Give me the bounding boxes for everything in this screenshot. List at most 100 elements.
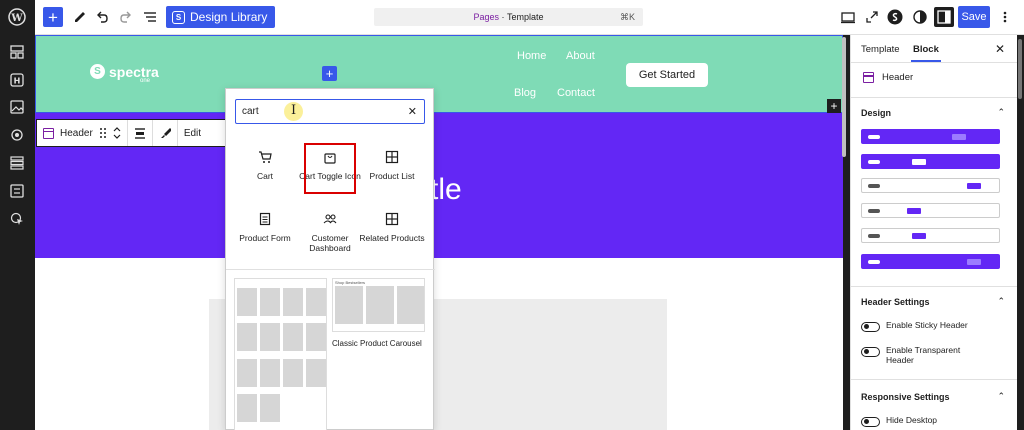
hide-desktop-toggle-row[interactable]: Hide Desktop <box>861 415 937 427</box>
patterns-divider <box>226 269 435 270</box>
thumb-cell <box>260 394 280 422</box>
hide-desktop-toggle[interactable] <box>861 417 880 427</box>
thumb-cell <box>237 394 257 422</box>
block-product-form[interactable]: Product Form <box>232 209 298 265</box>
sidebar-scrollbar[interactable] <box>1017 35 1024 430</box>
responsive-settings-title[interactable]: Responsive Settings <box>861 392 950 402</box>
grid-icon <box>359 147 425 167</box>
design-preset[interactable] <box>861 154 1000 169</box>
canvas-scrollbar[interactable] <box>842 37 846 157</box>
get-started-button[interactable]: Get Started <box>626 63 708 87</box>
sticky-header-toggle[interactable] <box>861 322 880 332</box>
sticky-header-toggle-row[interactable]: Enable Sticky Header <box>861 320 968 332</box>
block-search-input[interactable]: cart ✕ <box>235 99 425 124</box>
spectra-settings-icon[interactable] <box>886 8 904 26</box>
block-switcher[interactable]: Header <box>37 120 128 146</box>
undo-icon[interactable] <box>93 8 111 26</box>
more-options-icon[interactable] <box>996 8 1014 26</box>
clear-search-icon[interactable]: ✕ <box>408 105 417 118</box>
header-block-icon <box>43 127 54 139</box>
document-overview-icon[interactable] <box>141 8 159 26</box>
settings-sidebar-toggle[interactable] <box>934 7 954 27</box>
transparent-header-toggle[interactable] <box>861 347 880 357</box>
editor-canvas[interactable]: S spectra one Home About Blog Contact Ge… <box>35 35 843 430</box>
tab-block[interactable]: Block <box>911 44 941 62</box>
header-block-icon <box>863 72 874 83</box>
spectra-mark-icon: S <box>90 64 105 79</box>
pattern-title[interactable]: Classic Product Carousel <box>332 339 422 348</box>
thumb-cell <box>260 288 280 316</box>
header-settings-title[interactable]: Header Settings <box>861 297 930 307</box>
logo-word: spectra <box>109 63 159 80</box>
append-block-plus-icon[interactable]: + <box>827 99 841 113</box>
nav-link-about[interactable]: About <box>566 50 595 62</box>
scrollbar-thumb[interactable] <box>1018 39 1022 99</box>
cursor-click-icon[interactable] <box>8 210 26 228</box>
contrast-icon[interactable] <box>911 8 929 26</box>
design-preset[interactable] <box>861 203 1000 218</box>
preset-button <box>967 259 981 265</box>
document-title-bar[interactable]: Pages · Template ⌘K <box>374 8 643 26</box>
redo-icon[interactable] <box>117 8 135 26</box>
block-inserter-popover: cart ✕ I Cart Cart Toggle Icon Product L… <box>225 88 435 430</box>
preset-logo <box>868 209 880 213</box>
external-link-icon[interactable] <box>863 8 881 26</box>
thumb-cell <box>306 359 326 387</box>
block-cart[interactable]: Cart <box>232 147 298 203</box>
save-button[interactable]: Save <box>958 6 990 28</box>
block-product-list[interactable]: Product List <box>359 147 425 203</box>
pattern-preview-card[interactable]: Shop Bestsellers <box>332 278 425 332</box>
design-preset[interactable] <box>861 254 1000 269</box>
nav-link-contact[interactable]: Contact <box>557 87 595 99</box>
move-up-down-icon[interactable] <box>113 126 121 140</box>
gear-icon[interactable] <box>8 126 26 144</box>
thumb-cell <box>306 288 326 316</box>
edit-button[interactable]: Edit <box>178 120 207 146</box>
form-icon[interactable] <box>8 182 26 200</box>
text-cursor-icon: I <box>291 103 297 118</box>
desktop-view-icon[interactable] <box>839 8 857 26</box>
settings-sidebar: Template Block ✕ Header Design ⌃ Header … <box>850 35 1018 430</box>
transparent-header-toggle-row[interactable]: Enable Transparent Header <box>861 345 981 365</box>
drag-handle-icon[interactable] <box>99 127 107 139</box>
thumb-cell <box>335 286 363 324</box>
site-logo[interactable]: S spectra one <box>90 63 159 84</box>
doc-sep: · <box>499 12 507 22</box>
design-preset[interactable] <box>861 228 1000 243</box>
chevron-up-icon[interactable]: ⌃ <box>997 107 1005 118</box>
tab-template[interactable]: Template <box>861 44 900 55</box>
form-doc-icon <box>232 209 298 229</box>
inline-inserter-plus-icon[interactable]: + <box>322 66 337 81</box>
design-section-title[interactable]: Design <box>861 108 891 118</box>
stack-icon[interactable] <box>8 154 26 172</box>
pattern-preview-card[interactable] <box>234 278 327 430</box>
sticky-header-label: Enable Sticky Header <box>886 320 968 330</box>
site-header-block[interactable]: S spectra one Home About Blog Contact Ge… <box>35 35 843 113</box>
heading-icon[interactable]: H <box>8 71 26 89</box>
divider <box>851 97 1018 98</box>
image-icon[interactable] <box>8 98 26 116</box>
close-icon[interactable]: ✕ <box>995 42 1005 56</box>
spectra-logo-icon: S <box>172 10 185 24</box>
layout-icon[interactable] <box>8 43 26 61</box>
align-button[interactable] <box>128 120 153 146</box>
chevron-up-icon[interactable]: ⌃ <box>997 296 1005 307</box>
pen-tool-icon[interactable] <box>71 8 89 26</box>
design-preset[interactable] <box>861 178 1000 193</box>
search-value: cart <box>242 106 259 117</box>
design-preset[interactable] <box>861 129 1000 144</box>
nav-link-home[interactable]: Home <box>517 50 546 62</box>
chevron-up-icon[interactable]: ⌃ <box>997 391 1005 402</box>
cart-icon <box>232 147 298 167</box>
selected-block-card: Header <box>863 72 913 83</box>
block-customer-dashboard[interactable]: Customer Dashboard <box>297 209 363 265</box>
style-button[interactable] <box>153 120 178 146</box>
design-library-button[interactable]: S Design Library <box>166 6 276 28</box>
block-label: Product Form <box>239 233 291 243</box>
block-inserter-toggle-button[interactable]: + <box>43 7 63 27</box>
block-related-products[interactable]: Related Products <box>359 209 425 265</box>
nav-link-blog[interactable]: Blog <box>514 87 536 99</box>
hero-title[interactable]: tle <box>430 173 462 207</box>
design-library-label: Design Library <box>190 10 268 24</box>
wordpress-logo-icon[interactable]: W <box>8 8 26 26</box>
